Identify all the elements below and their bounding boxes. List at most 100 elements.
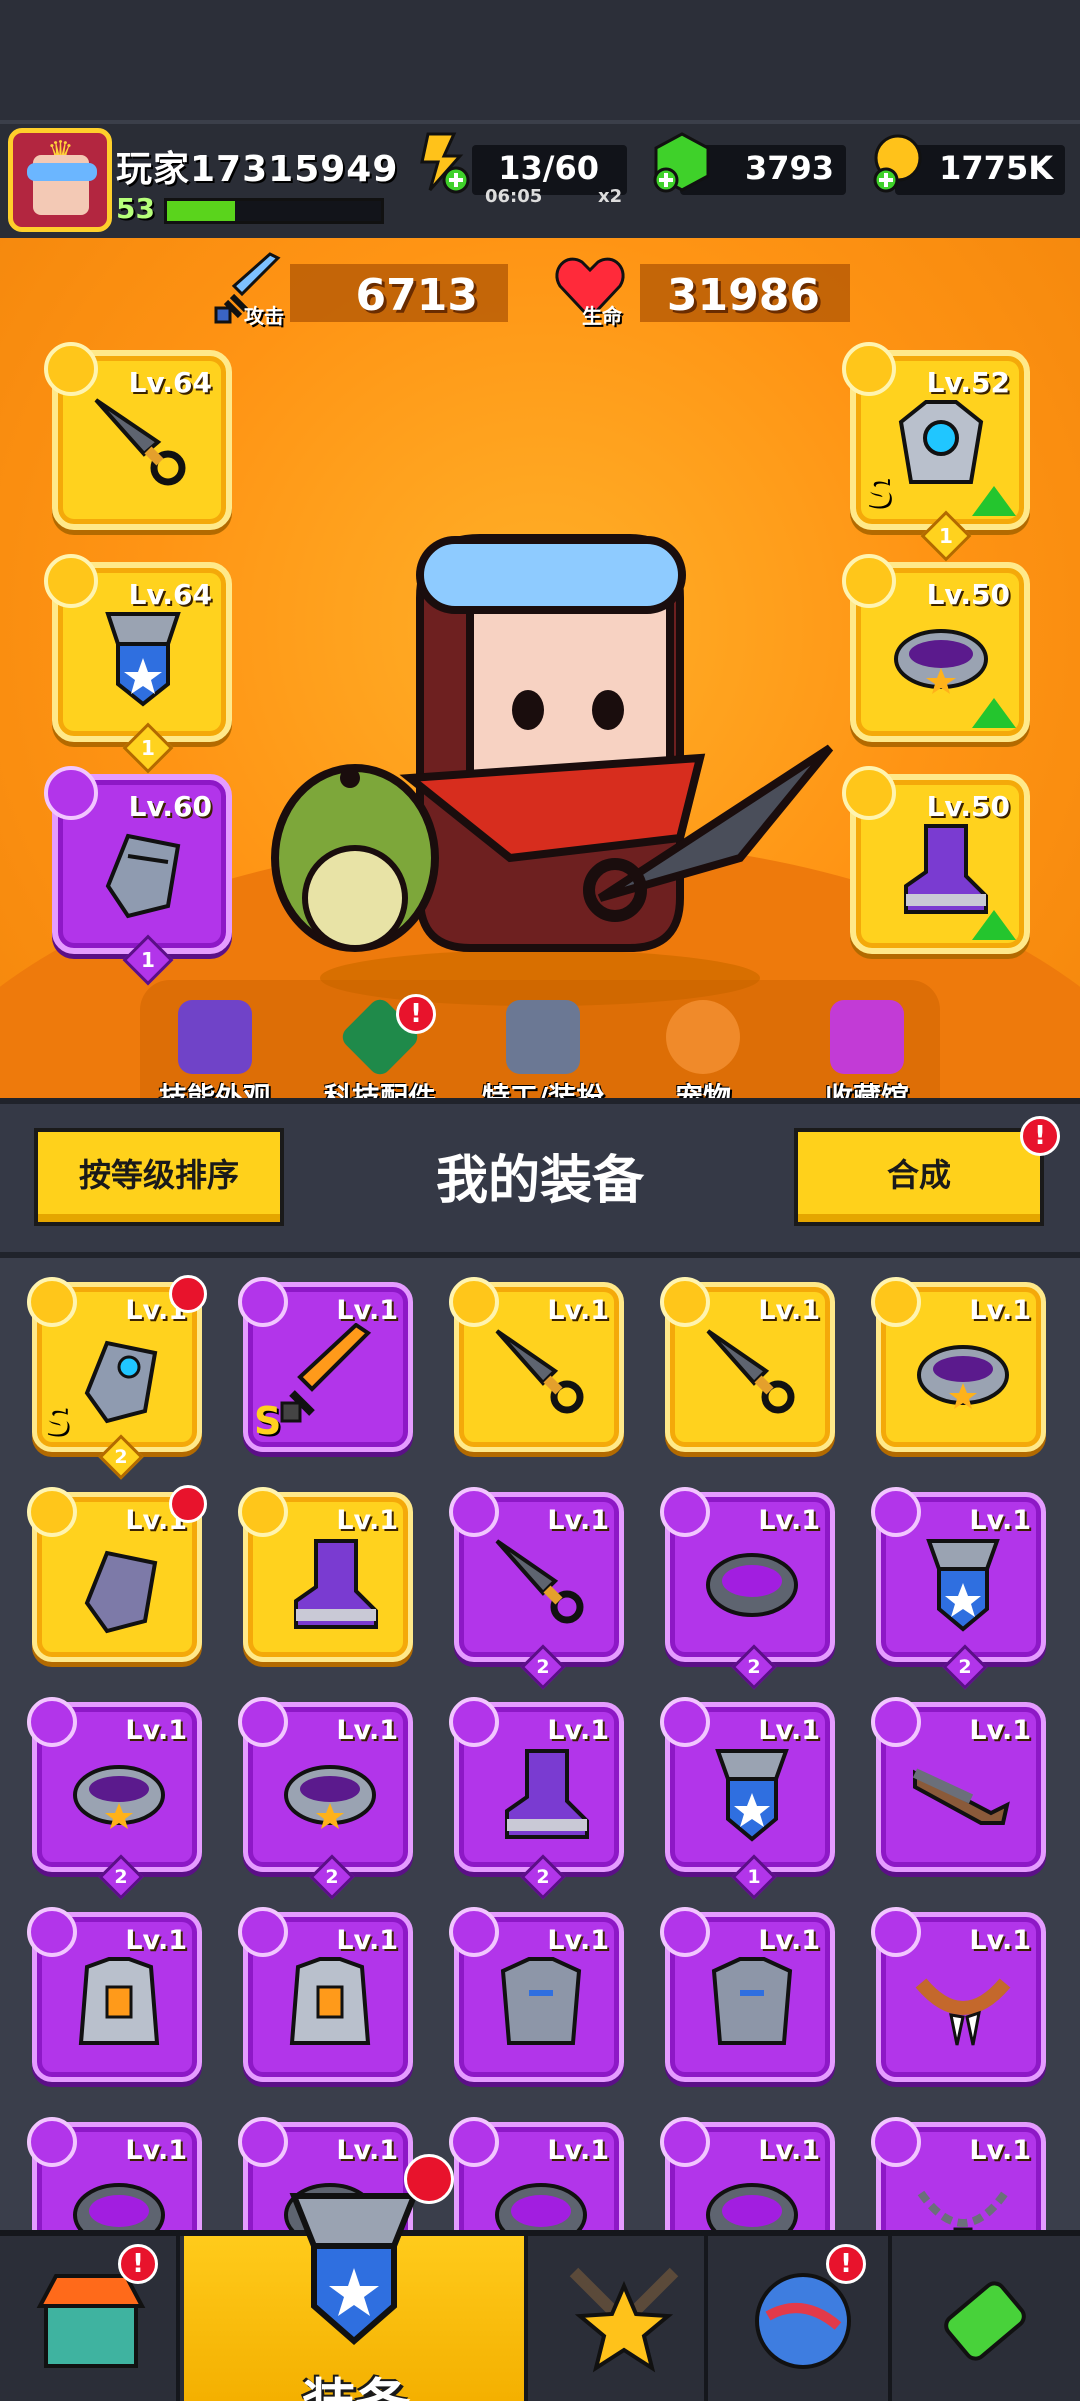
spiked-collar-icon: [706, 1553, 798, 1617]
inventory-item[interactable]: Lv.1: [660, 2117, 835, 2230]
planet-alert-badge: !: [826, 2244, 866, 2284]
upgrade-arrow-icon: [972, 698, 1016, 728]
coin-value: 1775K: [939, 149, 1053, 187]
inventory-item[interactable]: Lv.1: [660, 1277, 835, 1452]
inventory-item[interactable]: Lv.1: [449, 2117, 624, 2230]
inventory-item[interactable]: Lv.1: [871, 1907, 1046, 2082]
item-level: Lv.1: [547, 1925, 609, 1956]
inventory-item[interactable]: Lv.1: [871, 2117, 1046, 2230]
inventory-item[interactable]: Lv.1: [27, 1907, 202, 2082]
gene-tab[interactable]: [896, 2236, 1076, 2401]
item-level: Lv.1: [336, 1505, 398, 1536]
upgrade-arrow-icon: [972, 486, 1016, 516]
equipped-gloves-slot[interactable]: Lv.60 1: [44, 766, 232, 986]
item-grade: S: [254, 1399, 282, 1443]
item-count: 2: [731, 1644, 777, 1690]
item-level: Lv.1: [547, 1505, 609, 1536]
inventory-item[interactable]: Lv.1: [449, 1277, 624, 1452]
armor-alert-icon: [169, 1275, 207, 1313]
equipped-armor-slot[interactable]: Lv.52 S 1: [842, 342, 1030, 562]
item-level: Lv.1: [969, 1715, 1031, 1746]
item-level: Lv.1: [336, 1295, 398, 1326]
slot-type-icon: [27, 1277, 77, 1327]
slot-type-icon: [871, 1697, 921, 1747]
slot-type-icon: [871, 1907, 921, 1957]
item-count: 2: [98, 1434, 144, 1480]
item-level: Lv.1: [758, 2135, 820, 2166]
panel-title: 我的装备: [435, 1151, 644, 1211]
item-level: Lv.1: [547, 2135, 609, 2166]
item-level: Lv.1: [125, 1715, 187, 1746]
battle-tab[interactable]: [528, 2236, 708, 2401]
item-count: 2: [520, 1854, 566, 1900]
equipped-boots-slot[interactable]: Lv.50: [842, 766, 1030, 954]
green-gem-icon[interactable]: [650, 130, 714, 194]
inventory-item[interactable]: Lv.1: [449, 1907, 624, 2082]
slot-type-icon: [238, 1907, 288, 1957]
spiked-collar-icon: [495, 2183, 587, 2230]
inventory-item[interactable]: Lv.1 2: [449, 1487, 624, 1690]
item-level: Lv.1: [336, 2135, 398, 2166]
collection-icon: [830, 1000, 904, 1074]
slot-type-icon: [27, 2117, 77, 2167]
slot-type-icon: [449, 2117, 499, 2167]
slot-type-icon: [871, 1487, 921, 1537]
player-name: 玩家17315949: [116, 149, 399, 190]
equipped-armor-grade: S: [864, 470, 893, 516]
inventory-item[interactable]: Lv.1 1: [660, 1697, 835, 1900]
energy-icon[interactable]: [410, 130, 474, 194]
slot-type-icon: [238, 1487, 288, 1537]
equipped-weapon-slot[interactable]: Lv.64: [44, 342, 232, 530]
inventory-item[interactable]: Lv.1: [660, 1907, 835, 2082]
attack-label: 攻击: [244, 304, 284, 328]
equipped-necklace-slot[interactable]: Lv.64 1: [44, 554, 232, 774]
inventory-item[interactable]: Lv.1: [27, 2117, 202, 2230]
gold-coin-icon[interactable]: [866, 130, 930, 194]
energy-value: 13/60: [498, 149, 599, 187]
item-level: Lv.1: [547, 1715, 609, 1746]
shield-necklace-icon: [926, 1539, 1000, 1632]
chain-necklace-icon: [917, 2190, 1009, 2230]
item-level: Lv.1: [758, 1925, 820, 1956]
gauntlet-icon: [105, 833, 181, 919]
item-level: Lv.1: [547, 1295, 609, 1326]
slot-type-icon: [660, 1277, 710, 1327]
sword-icon: [280, 1323, 372, 1423]
merge-button[interactable]: 合成: [794, 1128, 1044, 1226]
inventory-item[interactable]: Lv.1 2: [27, 1697, 202, 1900]
inventory-item[interactable]: Lv.1 S 2: [27, 1275, 207, 1480]
gem-value: 3793: [744, 149, 834, 187]
inventory-item[interactable]: Lv.1: [871, 1277, 1046, 1452]
hp-label: 生命: [582, 304, 622, 328]
slot-type-icon: [871, 2117, 921, 2167]
equipped-necklace-count: 1: [122, 722, 174, 774]
inventory-item[interactable]: Lv.1: [871, 1697, 1046, 1872]
skill-skin-icon: [178, 1000, 252, 1074]
inventory-item[interactable]: Lv.1: [238, 1907, 413, 2082]
attack-stat: 6713: [290, 264, 508, 322]
inventory-item[interactable]: Lv.1 2: [449, 1697, 624, 1900]
item-level: Lv.1: [758, 1715, 820, 1746]
inventory-item[interactable]: Lv.1 2: [660, 1487, 835, 1690]
slot-type-icon: [660, 1907, 710, 1957]
agent-icon: [506, 1000, 580, 1074]
sort-by-level-button[interactable]: 按等级排序: [34, 1128, 284, 1226]
inventory-item[interactable]: Lv.1 2: [871, 1487, 1046, 1690]
xp-bar: [164, 198, 384, 224]
attack-value: 6713: [355, 270, 478, 321]
belt-icon: [73, 1765, 165, 1829]
inventory-item[interactable]: Lv.1: [27, 1485, 207, 1662]
pet-icon: [666, 1000, 740, 1074]
slot-type-icon: [660, 2117, 710, 2167]
spiked-collar-icon: [73, 2183, 165, 2230]
inventory-item[interactable]: Lv.1 S: [238, 1277, 413, 1452]
item-level: Lv.1: [336, 1925, 398, 1956]
slot-type-icon: [27, 1487, 77, 1537]
equipped-belt-slot[interactable]: Lv.50: [842, 554, 1030, 742]
player-avatar[interactable]: ♛: [8, 128, 112, 232]
inventory-item[interactable]: Lv.1: [238, 1487, 413, 1662]
shop-alert-badge: !: [118, 2244, 158, 2284]
item-count: 2: [98, 1854, 144, 1900]
slot-type-icon: [27, 1907, 77, 1957]
inventory-item[interactable]: Lv.1 2: [238, 1697, 413, 1900]
